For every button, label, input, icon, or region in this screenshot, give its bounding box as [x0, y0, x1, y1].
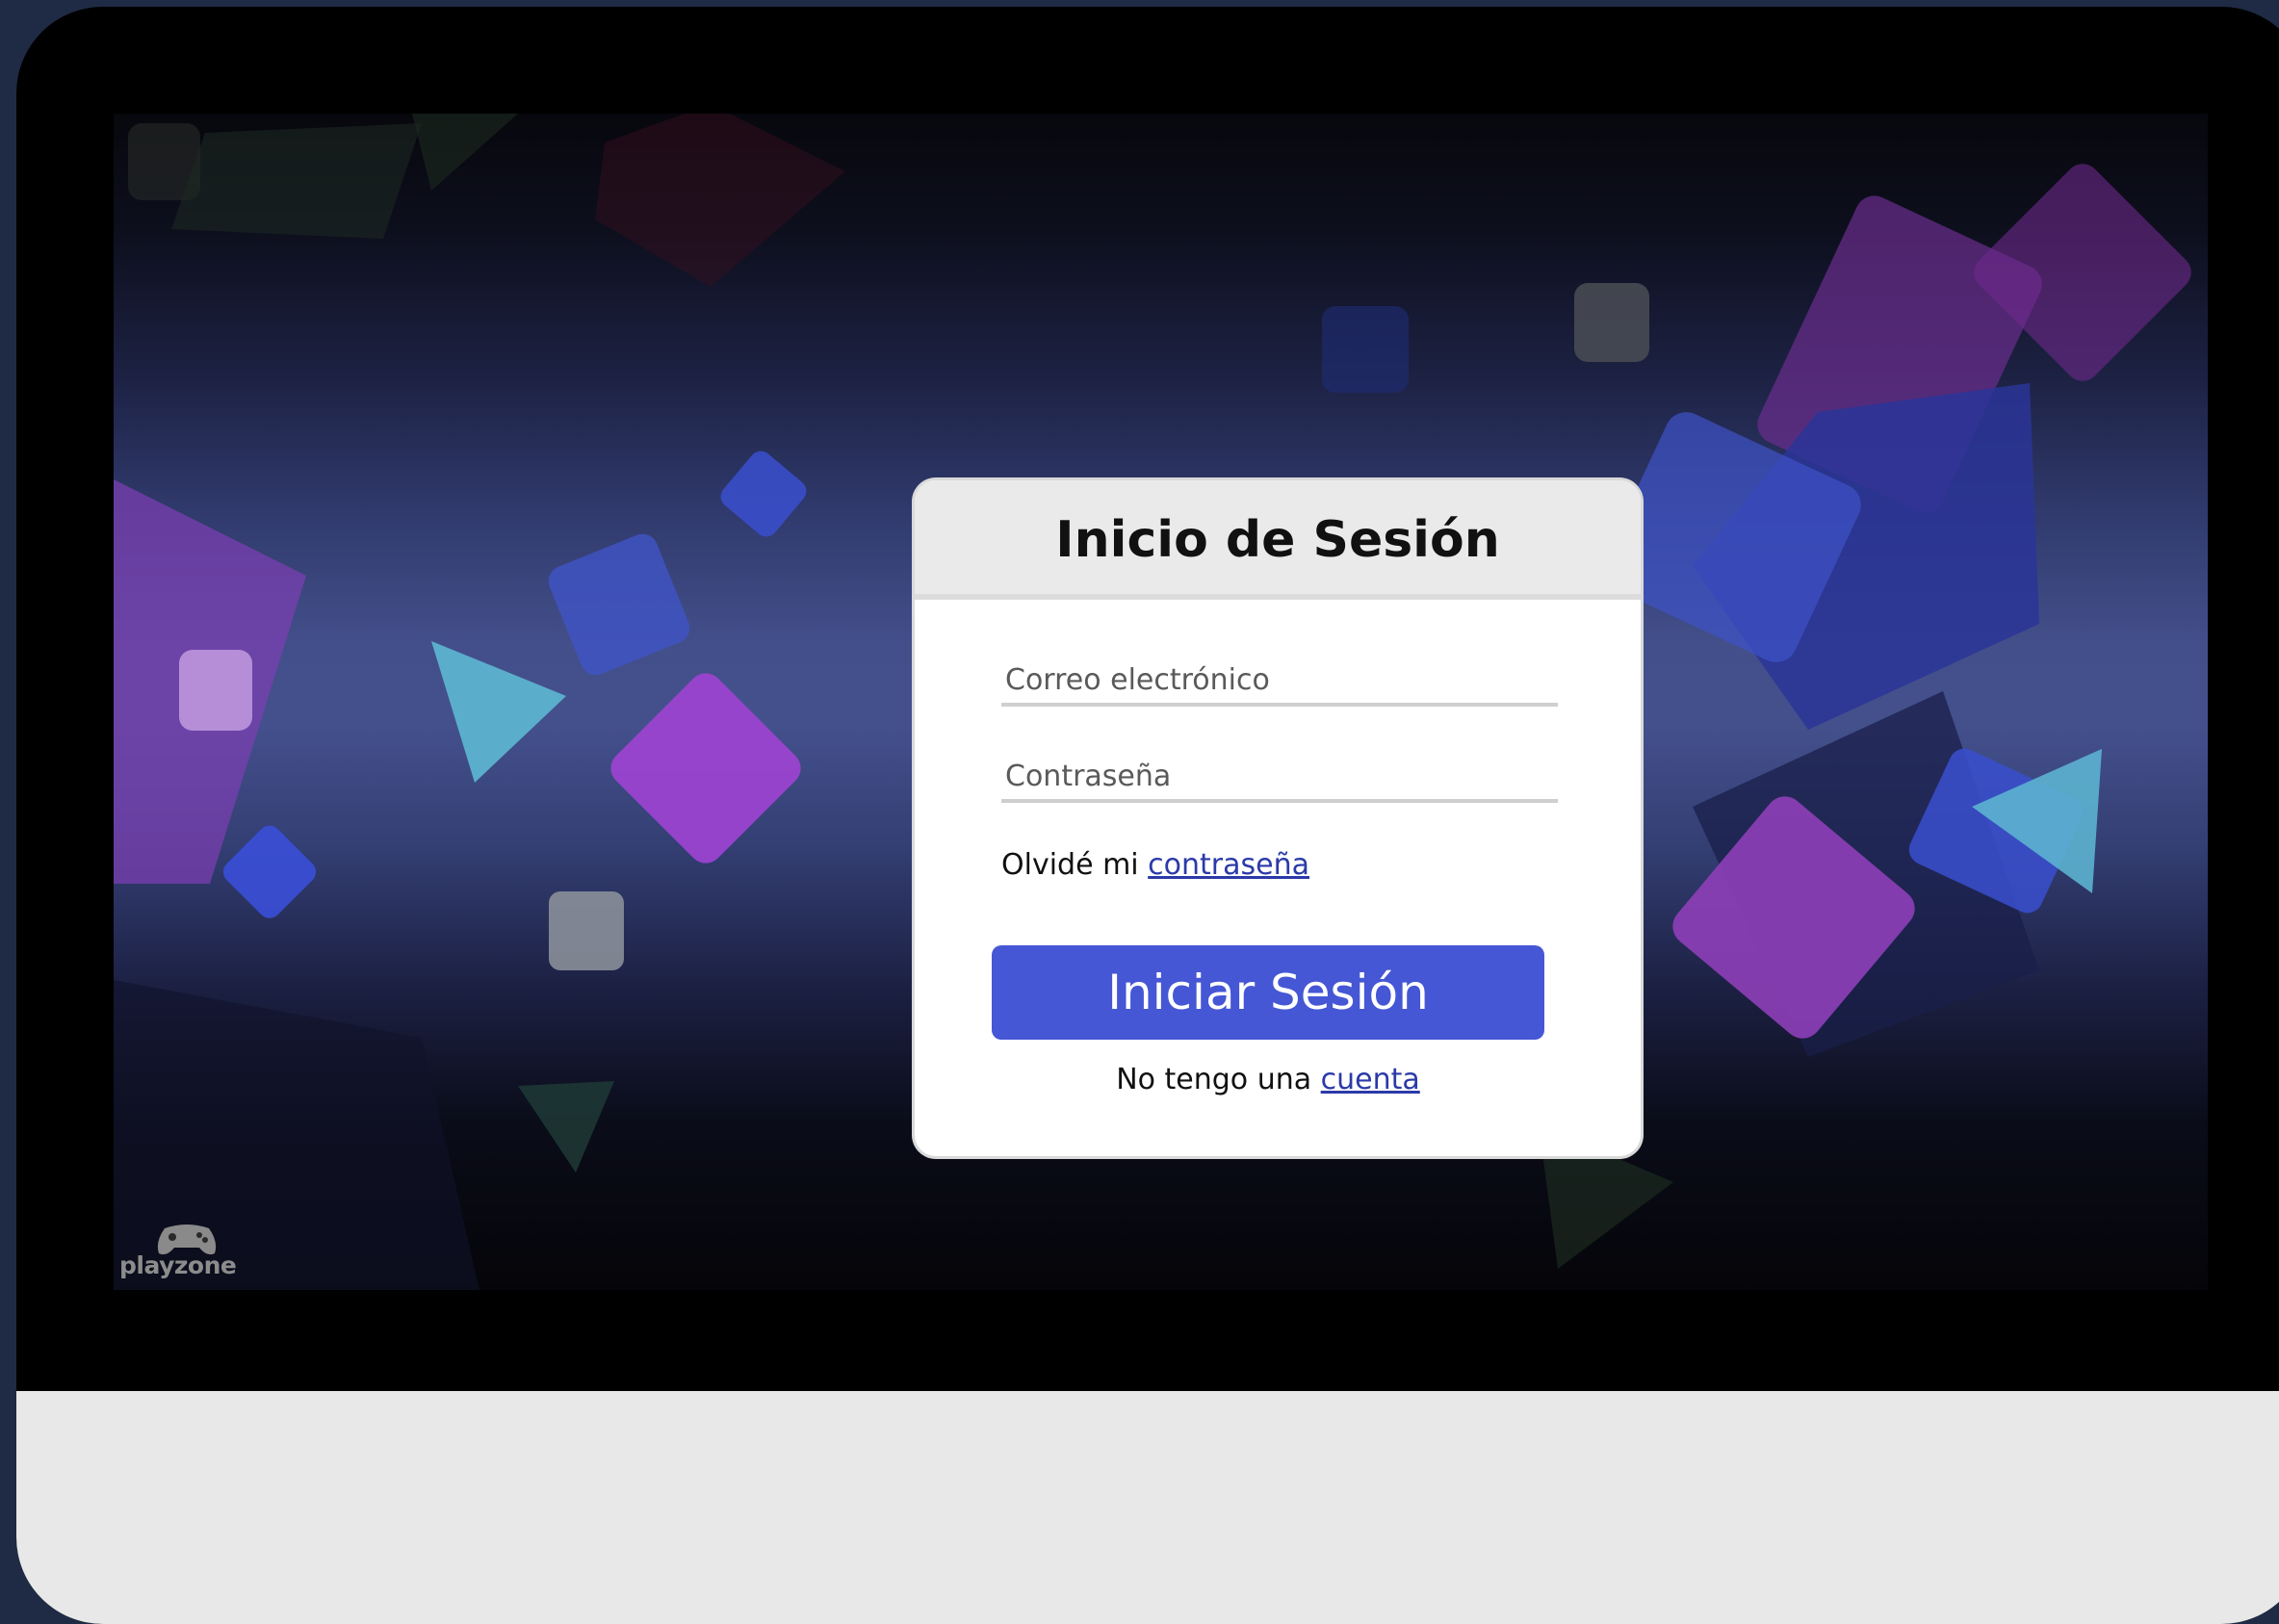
monitor-chin [16, 1391, 2279, 1624]
login-button[interactable]: Iniciar Sesión [992, 945, 1544, 1040]
email-field[interactable] [1001, 663, 1562, 697]
forgot-password-link[interactable]: contraseña [1148, 848, 1309, 882]
password-field-wrapper [1001, 760, 1562, 803]
app-screen: playzone Inicio de Sesión Olvidé mi cont… [114, 114, 2208, 1290]
playzone-logo: playzone [119, 1223, 254, 1280]
login-card-header: Inicio de Sesión [915, 480, 1641, 600]
logo-text: playzone [119, 1251, 237, 1279]
register-link[interactable]: cuenta [1321, 1063, 1420, 1096]
password-field[interactable] [1001, 760, 1562, 793]
register-text: No tengo una cuenta [915, 1063, 1621, 1096]
forgot-password-prefix: Olvidé mi [1001, 848, 1149, 882]
monitor-frame: playzone Inicio de Sesión Olvidé mi cont… [16, 7, 2279, 1624]
email-field-wrapper [1001, 663, 1562, 707]
page-title: Inicio de Sesión [1055, 511, 1500, 569]
register-prefix: No tengo una [1116, 1063, 1321, 1096]
login-card: Inicio de Sesión Olvidé mi contraseña In… [915, 480, 1641, 1156]
forgot-password-text: Olvidé mi contraseña [1001, 848, 1309, 882]
